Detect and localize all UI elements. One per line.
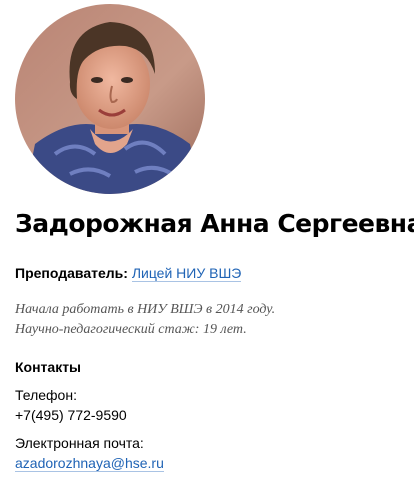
profile-photo [15,4,205,194]
role-line: Преподаватель: Лицей НИУ ВШЭ [15,264,242,282]
email-label: Электронная почта: [15,435,144,451]
bio-line-experience: Научно-педагогический стаж: 19 лет. [15,322,247,337]
phone-value: +7(495) 772-9590 [15,407,127,423]
email-link[interactable]: azadorozhnaya@hse.ru [15,455,164,472]
bio-text: Начала работать в НИУ ВШЭ в 2014 году. Н… [15,300,275,340]
person-name: Задорожная Анна Сергеевна [15,209,414,238]
role-label: Преподаватель: [15,265,128,281]
email-block: Электронная почта: azadorozhnaya@hse.ru [15,433,164,473]
bio-line-start: Начала работать в НИУ ВШЭ в 2014 году. [15,302,276,317]
phone-label: Телефон: [15,387,77,403]
phone-block: Телефон: +7(495) 772-9590 [15,385,127,425]
role-link[interactable]: Лицей НИУ ВШЭ [131,265,242,282]
contacts-heading: Контакты [15,359,82,375]
